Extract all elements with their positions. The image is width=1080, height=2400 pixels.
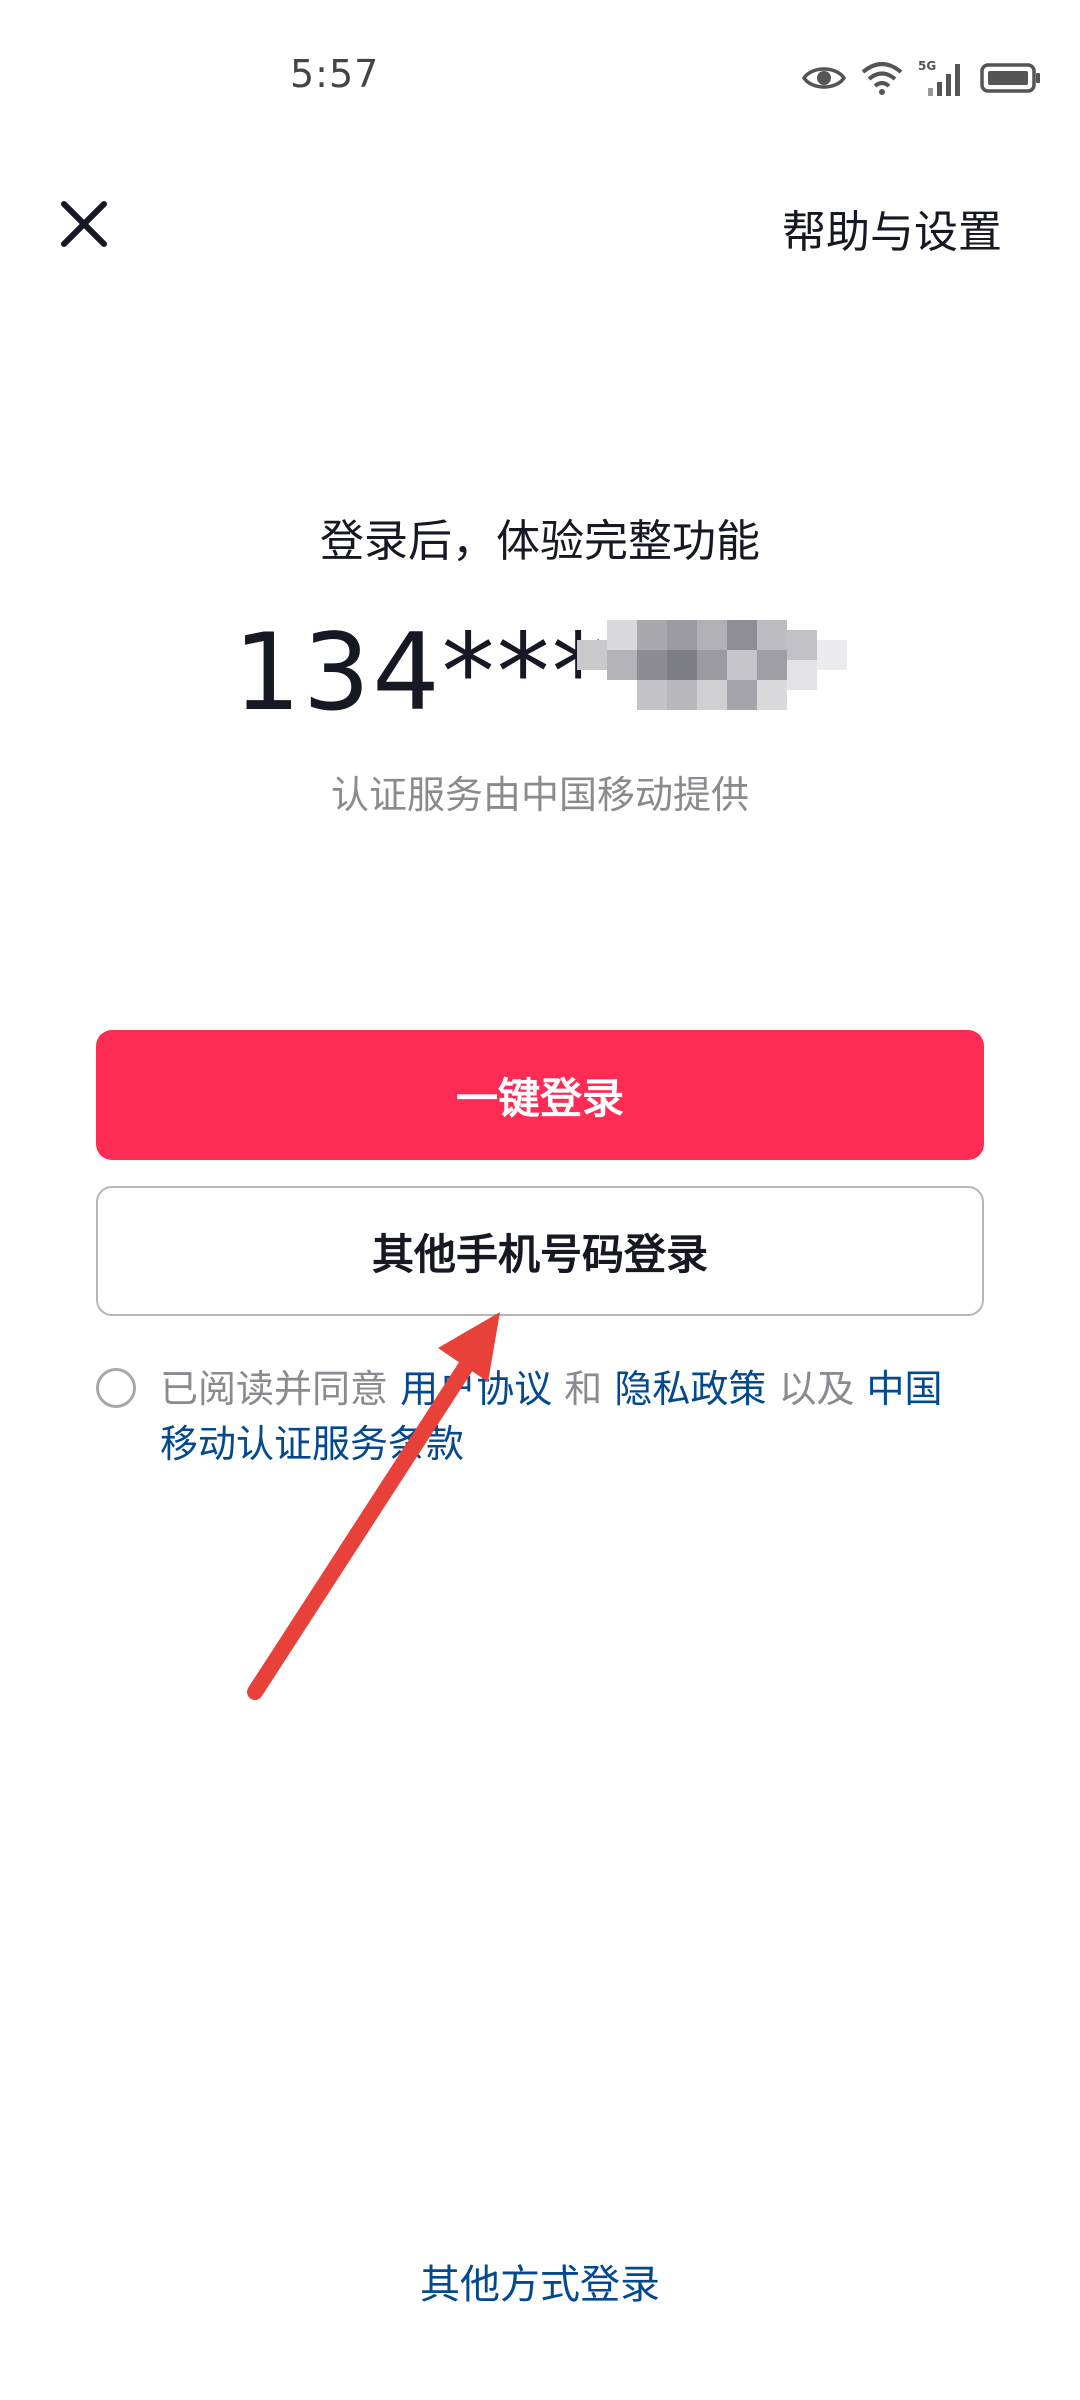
agreement-prefix: 已阅读并同意 xyxy=(160,1367,389,1411)
help-settings-link[interactable]: 帮助与设置 xyxy=(782,196,1002,260)
phone-visible-digits: 134*** xyxy=(233,611,607,734)
close-icon xyxy=(61,201,107,247)
login-subtitle: 登录后，体验完整功能 xyxy=(320,516,760,567)
wifi-icon xyxy=(861,62,903,95)
other-phone-login-button[interactable]: 其他手机号码登录 xyxy=(96,1186,984,1316)
privacy-policy-link[interactable]: 隐私政策 xyxy=(614,1367,766,1411)
status-icons: 5G xyxy=(802,58,1042,98)
agreement-text: 已阅读并同意 用户协议 和 隐私政策 以及 中国移动认证服务条款 xyxy=(160,1362,976,1472)
login-page: 5:57 5G 帮助与设置 登录后，体验完整功能 134*** 认证服务由中国移… xyxy=(0,0,1080,2400)
agreement-row: 已阅读并同意 用户协议 和 隐私政策 以及 中国移动认证服务条款 xyxy=(96,1362,976,1472)
agreement-checkbox[interactable] xyxy=(96,1368,136,1408)
redaction-mosaic xyxy=(576,620,847,710)
eye-icon xyxy=(802,67,846,89)
status-bar: 5:57 5G xyxy=(0,0,1080,150)
close-button[interactable] xyxy=(56,196,112,252)
provider-note: 认证服务由中国移动提供 xyxy=(330,773,749,817)
one-click-login-button[interactable]: 一键登录 xyxy=(96,1030,984,1160)
other-login-methods-link[interactable]: 其他方式登录 xyxy=(0,2252,1080,2310)
phone-number-row: 134*** xyxy=(0,608,1080,738)
status-time: 5:57 xyxy=(290,52,380,96)
user-agreement-link[interactable]: 用户协议 xyxy=(400,1367,552,1411)
agreement-as-well-as: 以及 xyxy=(778,1367,855,1411)
signal-5g-icon: 5G xyxy=(918,59,960,96)
svg-text:5G: 5G xyxy=(918,59,936,73)
agreement-and: 和 xyxy=(564,1367,603,1411)
battery-icon xyxy=(980,63,1040,93)
masked-phone-number: 134*** xyxy=(233,608,847,738)
